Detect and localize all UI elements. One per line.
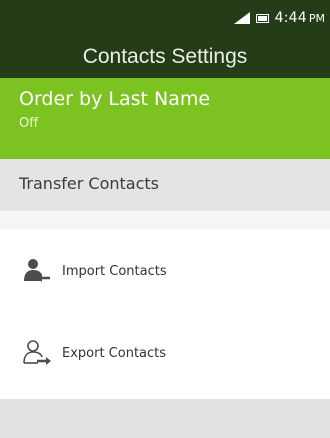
signal-icon [233, 12, 250, 24]
section-header-label: Transfer Contacts [19, 174, 160, 193]
battery-icon [255, 13, 269, 23]
import-contacts-label: Import Contacts [62, 263, 167, 279]
order-by-last-name-setting[interactable]: Order by Last Name Off [0, 78, 330, 159]
import-contacts-item[interactable]: Import Contacts [0, 241, 330, 301]
export-contacts-icon [23, 340, 51, 365]
export-contacts-label: Export Contacts [62, 345, 167, 361]
export-contacts-item[interactable]: Export Contacts [0, 323, 330, 383]
status-bar: 4:44 PM [233, 8, 325, 28]
import-contacts-icon [24, 259, 50, 282]
status-time: 4:44 PM [274, 10, 325, 26]
order-setting-value: Off [19, 116, 39, 131]
section-divider [0, 211, 330, 229]
footer-band [0, 399, 330, 438]
page-title: Contacts Settings [82, 45, 248, 68]
transfer-contacts-section-header: Transfer Contacts [0, 159, 330, 211]
app-header: 4:44 PM Contacts Settings [0, 0, 330, 78]
order-setting-label: Order by Last Name [19, 88, 211, 110]
